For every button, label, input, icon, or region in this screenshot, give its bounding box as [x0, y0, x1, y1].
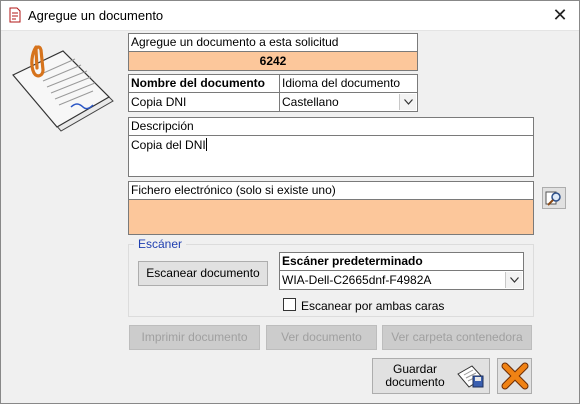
- view-document-button[interactable]: Ver documento: [266, 325, 377, 350]
- doc-name-label: Nombre del documento: [128, 74, 280, 93]
- save-label-line2: documento: [385, 375, 445, 389]
- description-field[interactable]: Copia del DNI: [128, 135, 534, 177]
- cancel-x-icon: [501, 362, 529, 390]
- chevron-down-icon[interactable]: [505, 272, 522, 288]
- chevron-down-icon[interactable]: [399, 94, 416, 110]
- scan-document-label: Escanear documento: [146, 266, 260, 280]
- default-scanner-value: WIA-Dell-C2665dnf-F4982A: [282, 273, 432, 287]
- scan-both-sides-checkbox[interactable]: [283, 298, 296, 311]
- language-label: Idioma del documento: [279, 74, 418, 93]
- save-label-line1: Guardar: [392, 362, 438, 376]
- save-document-button[interactable]: Guardar documento: [372, 358, 490, 394]
- file-field[interactable]: [128, 199, 534, 235]
- document-with-paperclip-icon: [9, 39, 121, 141]
- view-document-label: Ver documento: [281, 330, 362, 344]
- doc-name-field[interactable]: Copia DNI: [128, 92, 280, 112]
- scanner-group-title: Escáner: [134, 237, 187, 251]
- close-button[interactable]: ✕: [547, 3, 573, 27]
- view-folder-label: Ver carpeta contenedora: [391, 330, 523, 344]
- scan-both-sides-label[interactable]: Escanear por ambas caras: [301, 299, 444, 313]
- save-document-label: Guardar documento: [379, 363, 451, 389]
- text-caret: [205, 138, 207, 151]
- view-folder-button[interactable]: Ver carpeta contenedora: [382, 325, 532, 350]
- language-value: Castellano: [282, 95, 339, 109]
- save-document-icon: [457, 365, 484, 388]
- request-number: 6242: [128, 51, 418, 71]
- magnifier-browse-icon: [545, 191, 561, 206]
- browse-file-button[interactable]: [542, 187, 566, 209]
- cancel-button[interactable]: [497, 358, 532, 394]
- language-select[interactable]: Castellano: [279, 92, 418, 112]
- print-document-button[interactable]: Imprimir documento: [129, 325, 260, 350]
- default-scanner-select[interactable]: WIA-Dell-C2665dnf-F4982A: [279, 270, 524, 290]
- close-icon: ✕: [552, 5, 568, 25]
- window-title: Agregue un documento: [28, 8, 164, 23]
- request-header: Agregue un documento a esta solicitud: [128, 33, 418, 52]
- description-label: Descripción: [128, 117, 534, 136]
- add-document-dialog: Agregue un documento ✕ Agregue un docume…: [0, 0, 580, 404]
- app-document-icon: [7, 7, 23, 23]
- file-label: Fichero electrónico (solo si existe uno): [128, 181, 534, 200]
- title-bar: Agregue un documento ✕: [1, 1, 579, 31]
- default-scanner-label: Escáner predeterminado: [279, 252, 524, 271]
- print-document-label: Imprimir documento: [141, 330, 248, 344]
- scan-document-button[interactable]: Escanear documento: [138, 261, 268, 286]
- description-text: Copia del DNI: [131, 138, 206, 152]
